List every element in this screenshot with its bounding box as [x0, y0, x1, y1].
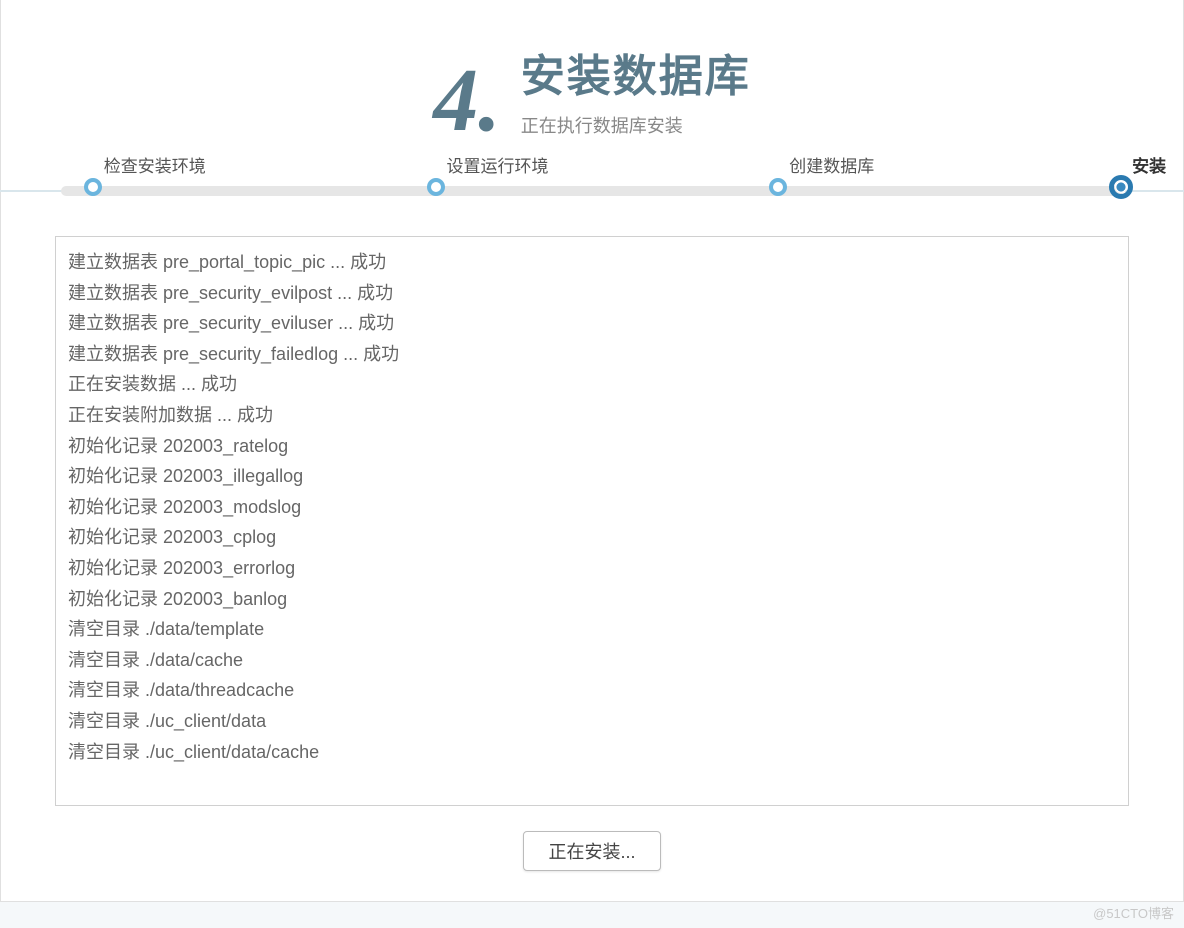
progress-step-marker-icon	[1109, 175, 1133, 199]
progress-step-label: 设置运行环境	[447, 152, 549, 177]
header-text: 安装数据库 正在执行数据库安装	[521, 40, 751, 146]
log-line: 清空目录 ./data/template	[68, 614, 1116, 645]
log-line: 清空目录 ./uc_client/data	[68, 706, 1116, 737]
log-line: 初始化记录 202003_banlog	[68, 584, 1116, 615]
watermark: @51CTO博客	[1093, 903, 1174, 922]
log-line: 初始化记录 202003_modslog	[68, 492, 1116, 523]
progress-bar: 检查安装环境设置运行环境创建数据库安装	[1, 186, 1183, 196]
install-log-panel: 建立数据表 pre_portal_topic_pic ... 成功建立数据表 p…	[55, 236, 1129, 806]
progress-step-label: 创建数据库	[789, 152, 874, 177]
log-line: 清空目录 ./data/threadcache	[68, 675, 1116, 706]
progress-step-marker-icon	[84, 178, 102, 196]
step-number-icon: 4.	[433, 56, 501, 146]
page-subtitle: 正在执行数据库安装	[521, 112, 751, 138]
progress-step-marker-icon	[427, 178, 445, 196]
log-line: 初始化记录 202003_ratelog	[68, 431, 1116, 462]
page-title: 安装数据库	[521, 40, 751, 104]
log-line: 初始化记录 202003_cplog	[68, 522, 1116, 553]
log-line: 正在安装附加数据 ... 成功	[68, 400, 1116, 431]
button-wrapper: 正在安装...	[1, 831, 1183, 871]
log-line: 正在安装数据 ... 成功	[68, 369, 1116, 400]
log-line: 建立数据表 pre_security_eviluser ... 成功	[68, 308, 1116, 339]
installer-container: 4. 安装数据库 正在执行数据库安装 检查安装环境设置运行环境创建数据库安装 建…	[0, 0, 1184, 902]
progress-step-label: 检查安装环境	[104, 152, 206, 177]
log-line: 清空目录 ./uc_client/data/cache	[68, 737, 1116, 768]
log-line: 初始化记录 202003_illegallog	[68, 461, 1116, 492]
log-line: 建立数据表 pre_security_failedlog ... 成功	[68, 339, 1116, 370]
progress-step-marker-icon	[769, 178, 787, 196]
progress-step-label: 安装	[1132, 152, 1166, 177]
installing-button[interactable]: 正在安装...	[523, 831, 660, 871]
progress-steps: 检查安装环境设置运行环境创建数据库安装	[1, 156, 1183, 216]
log-line: 建立数据表 pre_security_evilpost ... 成功	[68, 278, 1116, 309]
log-line: 清空目录 ./data/cache	[68, 645, 1116, 676]
log-line: 初始化记录 202003_errorlog	[68, 553, 1116, 584]
log-line: 建立数据表 pre_portal_topic_pic ... 成功	[68, 247, 1116, 278]
